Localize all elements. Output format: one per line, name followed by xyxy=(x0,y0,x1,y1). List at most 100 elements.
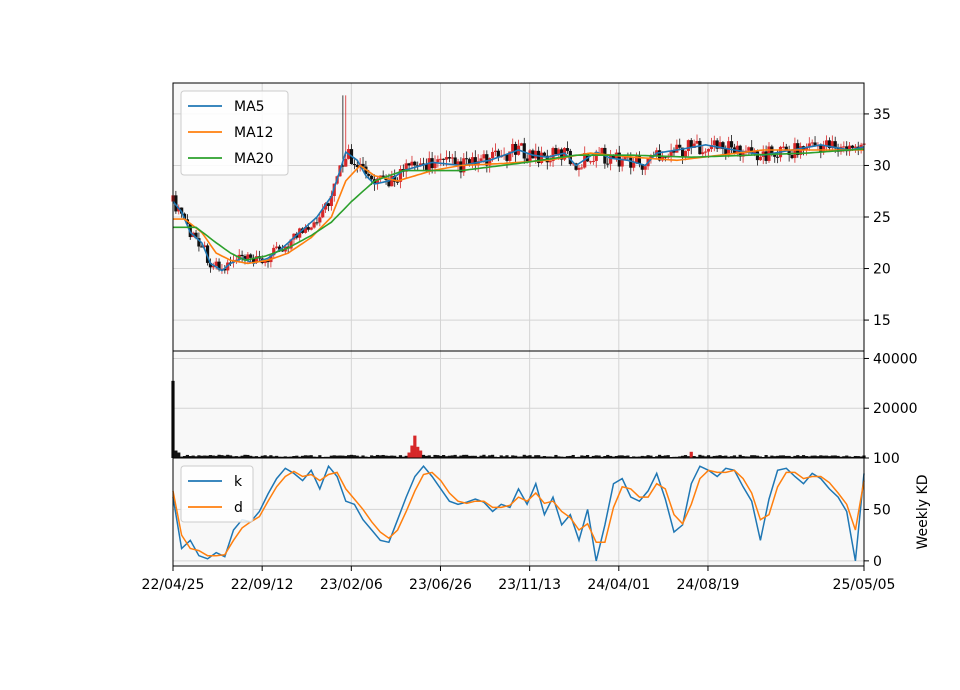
candle-body xyxy=(439,158,443,160)
volume-bar xyxy=(177,452,181,458)
legend-label-ma20: MA20 xyxy=(234,151,273,167)
candle-body xyxy=(442,158,446,160)
price-tick-label: 15 xyxy=(873,313,891,329)
volume-plot-background xyxy=(173,351,864,458)
candle-body xyxy=(643,166,647,170)
candle-body xyxy=(755,151,760,161)
candle-body xyxy=(453,157,457,165)
x-axis: 22/04/25 22/09/12 23/02/06 23/06/26 23/11/13… xyxy=(142,566,896,593)
x-tick-label: 24/04/01 xyxy=(587,577,650,593)
candle-body xyxy=(395,181,400,183)
candle-body xyxy=(683,151,688,157)
candle-body xyxy=(600,147,604,154)
candle-body xyxy=(565,148,570,151)
volume-bar xyxy=(174,450,178,458)
price-tick-label: 30 xyxy=(873,158,891,174)
candle-body xyxy=(554,148,558,155)
candle-body xyxy=(214,261,218,266)
legend-label-ma12: MA12 xyxy=(234,125,273,141)
kd-ylabel: Weekly KD xyxy=(915,475,931,550)
candle-body xyxy=(318,217,322,223)
candle-body xyxy=(790,154,794,159)
kd-tick-label: 0 xyxy=(873,554,882,570)
candle-body xyxy=(764,151,768,161)
kd-legend: kd xyxy=(180,465,254,523)
candle-body xyxy=(352,164,356,166)
candle-body xyxy=(609,154,613,164)
candle-body xyxy=(450,157,454,159)
candle-body xyxy=(704,151,708,153)
candle-body xyxy=(312,222,316,228)
candle-body xyxy=(542,152,547,156)
candle-body xyxy=(557,149,561,155)
candle-body xyxy=(505,154,509,161)
kd-panel: 0 50 100 Weekly KD kd xyxy=(172,451,931,570)
candle-body xyxy=(482,154,486,159)
volume-bar xyxy=(410,445,414,458)
candle-body xyxy=(819,145,823,152)
kd-tick-label: 50 xyxy=(873,502,891,518)
candle-body xyxy=(701,152,705,155)
volume-bar xyxy=(419,450,423,458)
legend-label-d: d xyxy=(234,500,243,516)
candle-body xyxy=(367,174,371,176)
candle-body xyxy=(465,158,469,160)
candle-body xyxy=(842,146,846,148)
candle-body xyxy=(525,158,529,162)
candle-body xyxy=(407,163,411,166)
volume-panel: 20000 40000 xyxy=(171,350,918,459)
candle-body xyxy=(326,203,331,206)
candle-body xyxy=(511,143,515,152)
candle-body xyxy=(410,161,414,166)
candle-body xyxy=(695,140,699,144)
candle-body xyxy=(773,154,777,157)
candle-body xyxy=(490,151,495,159)
candle-body xyxy=(781,146,785,148)
candle-body xyxy=(447,157,451,159)
x-tick-label: 22/09/12 xyxy=(231,577,294,593)
x-tick-label: 23/11/13 xyxy=(498,577,561,593)
volume-tick-label: 40000 xyxy=(873,351,918,367)
candle-body xyxy=(577,167,581,170)
candle-body xyxy=(784,146,788,150)
volume-bar xyxy=(413,435,417,458)
candle-body xyxy=(850,145,855,148)
candle-body xyxy=(675,144,679,153)
price-tick-label: 35 xyxy=(873,107,891,123)
candle-body xyxy=(493,150,498,152)
candle-body xyxy=(620,159,624,167)
candle-body xyxy=(632,162,636,168)
candle-body xyxy=(629,157,633,168)
candle-body xyxy=(534,150,538,159)
volume-bar xyxy=(689,451,693,458)
candle-body xyxy=(588,161,593,163)
candle-body xyxy=(735,145,739,154)
x-tick-label: 24/08/19 xyxy=(677,577,740,593)
price-tick-label: 20 xyxy=(873,262,891,278)
candle-body xyxy=(444,157,449,160)
candle-body xyxy=(344,158,348,167)
x-tick-label: 23/06/26 xyxy=(409,577,472,593)
candle-body xyxy=(776,156,780,158)
candle-body xyxy=(606,163,610,165)
kd-plot-background xyxy=(173,458,864,566)
candle-body xyxy=(436,159,440,163)
price-tick-label: 25 xyxy=(873,210,891,226)
candle-body xyxy=(249,254,253,258)
candle-body xyxy=(427,158,431,171)
candle-body xyxy=(306,227,310,230)
candle-body xyxy=(747,147,751,151)
candle-body xyxy=(706,149,711,152)
price-legend: MA5 MA12 MA20 xyxy=(180,90,289,176)
candle-body xyxy=(712,140,716,146)
volume-bar xyxy=(416,446,420,458)
candle-body xyxy=(456,161,460,165)
price-panel: 15 20 25 30 35 MA5 MA12 MA20 xyxy=(171,82,891,352)
candle-body xyxy=(678,144,682,148)
x-tick-label: 25/05/05 xyxy=(833,577,896,593)
candle-body xyxy=(370,175,374,180)
candle-body xyxy=(729,141,734,148)
candle-body xyxy=(591,160,595,162)
candle-body xyxy=(824,140,829,146)
x-tick-label: 23/02/06 xyxy=(320,577,383,593)
